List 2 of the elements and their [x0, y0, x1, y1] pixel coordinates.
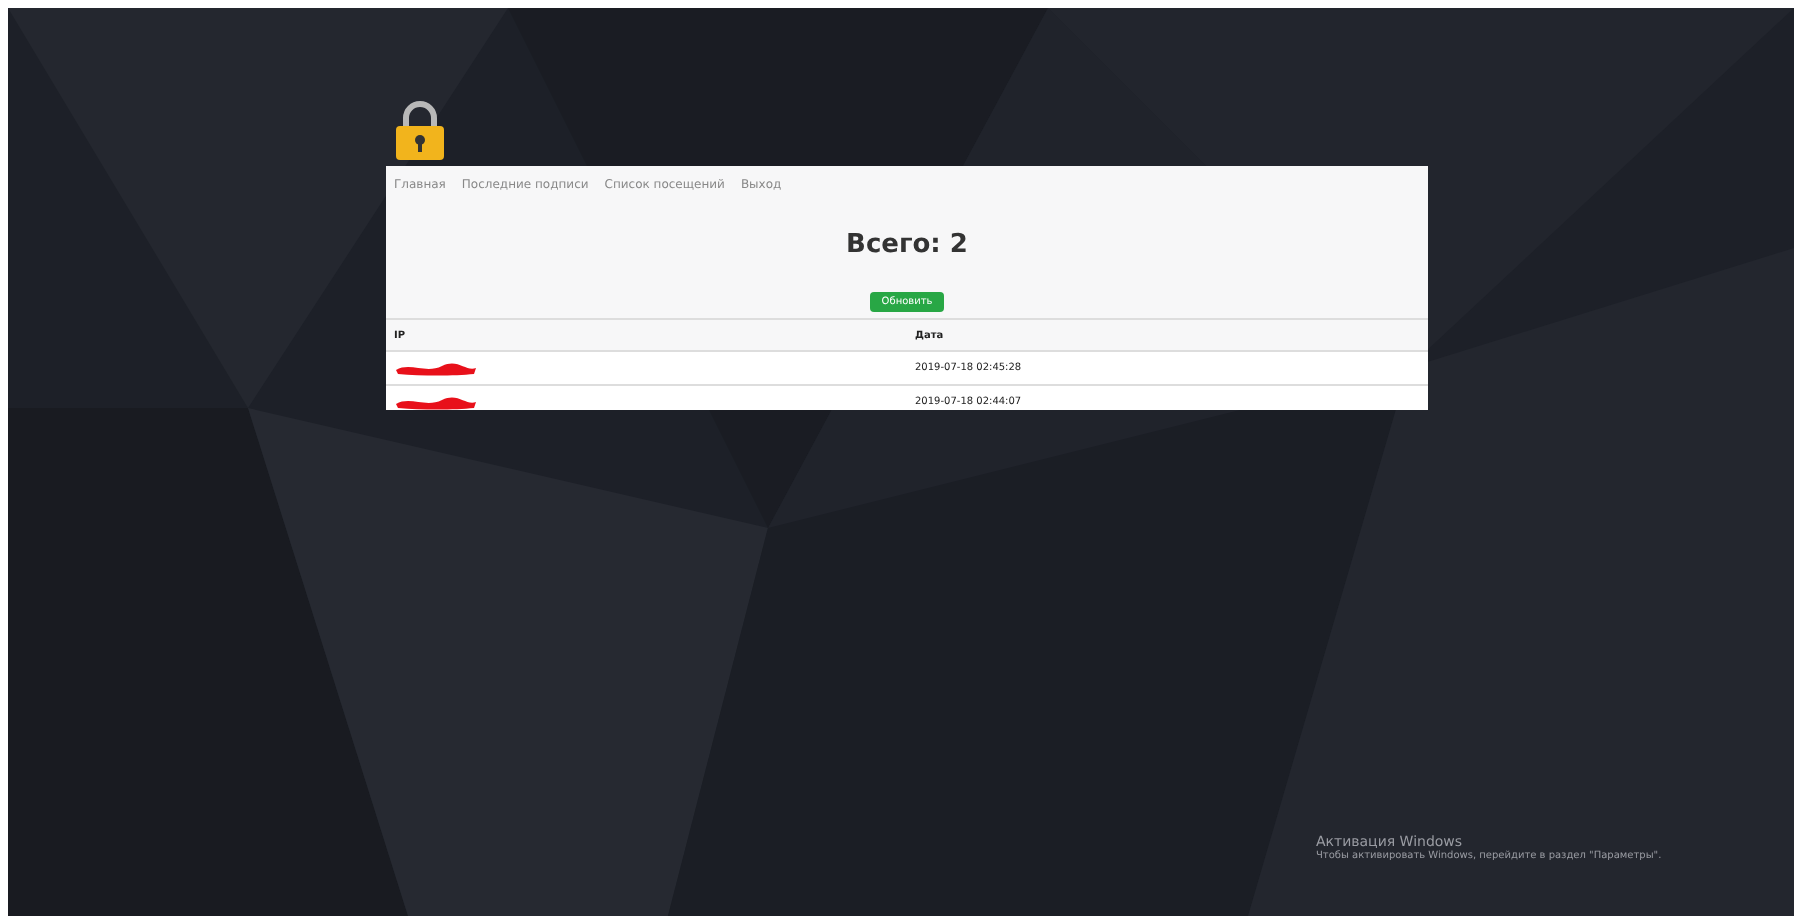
- lock-icon: [394, 100, 446, 162]
- total-heading: Всего: 2: [844, 230, 970, 260]
